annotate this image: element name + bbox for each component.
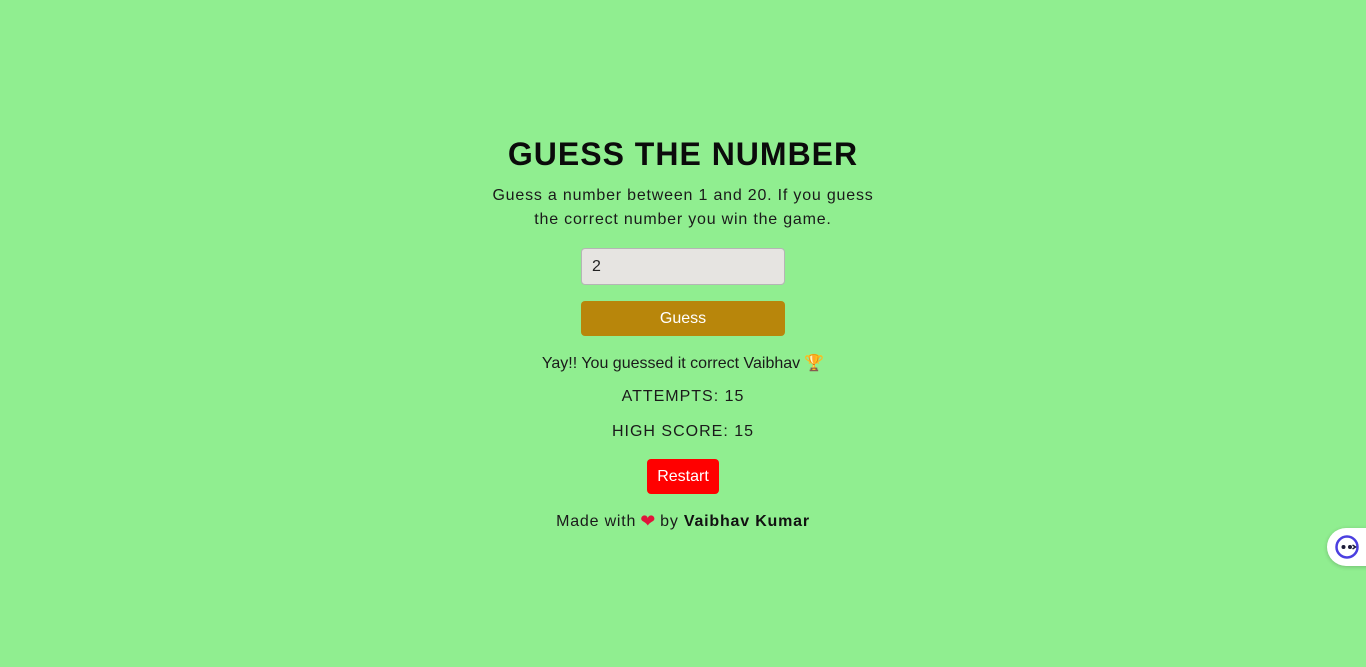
game-instructions: Guess a number between 1 and 20. If you … [492, 187, 874, 228]
assistant-face-icon [1335, 535, 1359, 559]
heart-icon: ❤ [640, 511, 657, 531]
assistant-widget-button[interactable] [1327, 528, 1366, 566]
author-name: Vaibhav Kumar [683, 513, 810, 530]
attempts-counter: ATTEMPTS: 15 [621, 388, 745, 405]
footer-credit: Made with ❤ by Vaibhav Kumar [0, 511, 1366, 532]
trophy-icon: 🏆 [804, 355, 825, 372]
footer-by: by [660, 513, 679, 530]
guess-button[interactable]: Guess [581, 301, 785, 336]
game-container: GUESS THE NUMBER Guess a number between … [0, 0, 1366, 667]
footer-made-with: Made with [556, 513, 637, 530]
high-score: HIGH SCORE: 15 [611, 423, 755, 440]
result-message: Yay!! You guessed it correct Vaibhav 🏆 [0, 353, 1366, 373]
guess-input[interactable] [581, 248, 785, 285]
page-title: GUESS THE NUMBER [507, 136, 859, 172]
restart-button[interactable]: Restart [647, 459, 719, 494]
result-message-text: Yay!! You guessed it correct Vaibhav [541, 355, 801, 372]
